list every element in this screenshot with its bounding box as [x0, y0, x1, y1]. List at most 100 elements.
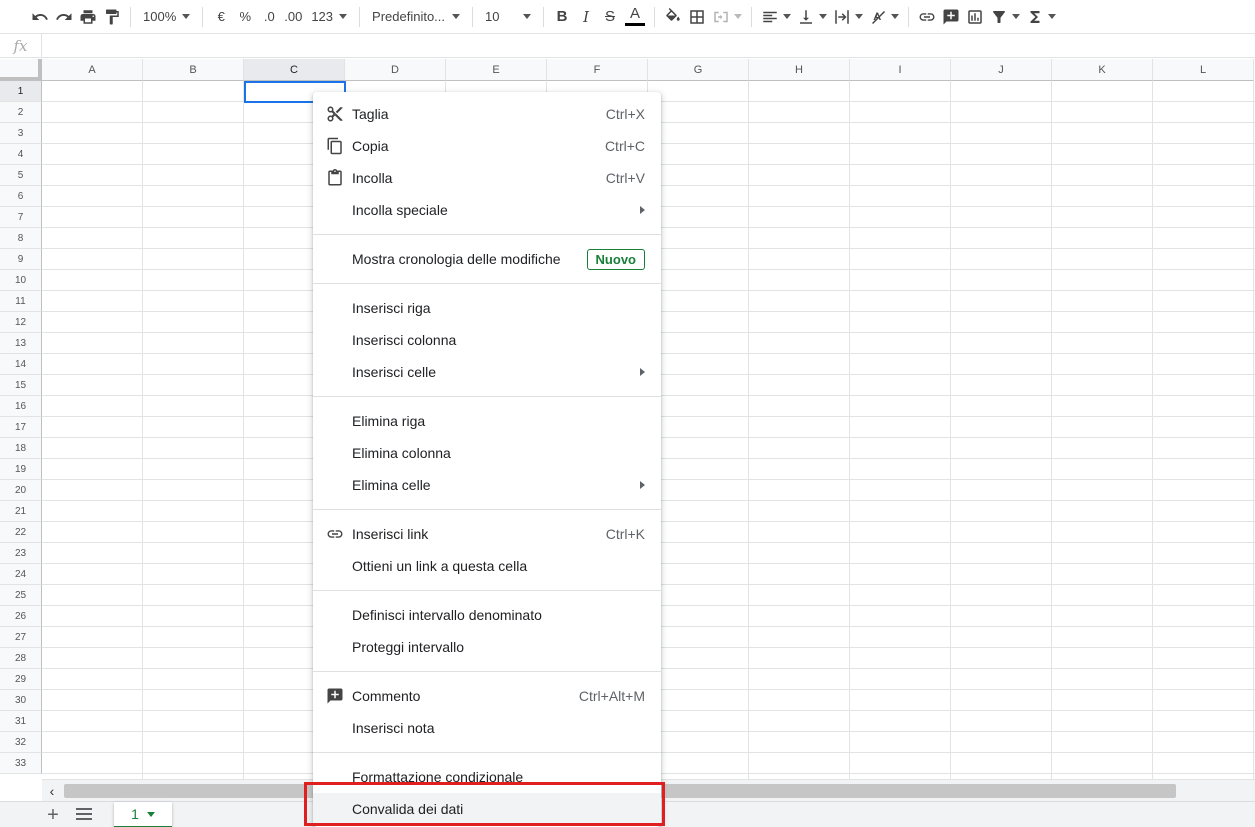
row-header-30[interactable]: 30 — [0, 690, 42, 711]
row-header-11[interactable]: 11 — [0, 291, 42, 312]
row-header-32[interactable]: 32 — [0, 732, 42, 753]
text-rotation-button[interactable] — [866, 5, 902, 29]
row-header-9[interactable]: 9 — [0, 249, 42, 270]
more-formats-select[interactable]: 123 — [305, 5, 353, 29]
fill-color-button[interactable] — [661, 5, 685, 29]
column-header-a[interactable]: A — [42, 59, 143, 81]
sheet-tab[interactable]: 1 — [114, 802, 172, 827]
insert-comment-button[interactable] — [939, 5, 963, 29]
column-header-e[interactable]: E — [446, 59, 547, 81]
currency-format-button[interactable]: € — [209, 5, 233, 29]
menu-item-paste[interactable]: Incolla Ctrl+V — [313, 162, 661, 194]
menu-item-get-cell-link[interactable]: Ottieni un link a questa cella — [313, 550, 661, 582]
row-header-16[interactable]: 16 — [0, 396, 42, 417]
row-header-27[interactable]: 27 — [0, 627, 42, 648]
menu-item-protect-range[interactable]: Proteggi intervallo — [313, 631, 661, 663]
row-header-10[interactable]: 10 — [0, 270, 42, 291]
row-header-29[interactable]: 29 — [0, 669, 42, 690]
text-color-button[interactable]: A — [622, 5, 648, 29]
menu-item-named-range[interactable]: Definisci intervallo denominato — [313, 599, 661, 631]
row-header-13[interactable]: 13 — [0, 333, 42, 354]
menu-item-comment[interactable]: Commento Ctrl+Alt+M — [313, 680, 661, 712]
row-header-1[interactable]: 1 — [0, 81, 42, 102]
row-header-8[interactable]: 8 — [0, 228, 42, 249]
column-header-k[interactable]: K — [1052, 59, 1153, 81]
row-header-17[interactable]: 17 — [0, 417, 42, 438]
row-header-24[interactable]: 24 — [0, 564, 42, 585]
row-header-15[interactable]: 15 — [0, 375, 42, 396]
menu-item-insert-cells[interactable]: Inserisci celle — [313, 356, 661, 388]
filter-button[interactable] — [987, 5, 1023, 29]
annotation-highlight-box — [304, 782, 665, 826]
vertical-align-button[interactable] — [794, 5, 830, 29]
row-header-23[interactable]: 23 — [0, 543, 42, 564]
row-header-18[interactable]: 18 — [0, 438, 42, 459]
column-header-c[interactable]: C — [244, 59, 345, 81]
row-header-3[interactable]: 3 — [0, 123, 42, 144]
row-header-2[interactable]: 2 — [0, 102, 42, 123]
row-header-22[interactable]: 22 — [0, 522, 42, 543]
font-size-select[interactable]: 10 — [479, 5, 537, 29]
increase-decimals-button[interactable]: .00 — [281, 5, 305, 29]
menu-item-copy[interactable]: Copia Ctrl+C — [313, 130, 661, 162]
column-header-h[interactable]: H — [749, 59, 850, 81]
row-header-33[interactable]: 33 — [0, 753, 42, 774]
menu-item-insert-row[interactable]: Inserisci riga — [313, 292, 661, 324]
insert-link-button[interactable] — [915, 5, 939, 29]
menu-item-paste-special[interactable]: Incolla speciale — [313, 194, 661, 226]
decrease-decimals-button[interactable]: .0 — [257, 5, 281, 29]
functions-button[interactable] — [1023, 5, 1059, 29]
menu-item-insert-note[interactable]: Inserisci nota — [313, 712, 661, 744]
scroll-left-arrow-icon[interactable]: ‹ — [42, 780, 62, 802]
menu-item-insert-column[interactable]: Inserisci colonna — [313, 324, 661, 356]
column-header-g[interactable]: G — [648, 59, 749, 81]
text-wrapping-button[interactable] — [830, 5, 866, 29]
menu-item-version-history[interactable]: Mostra cronologia delle modifiche Nuovo — [313, 243, 661, 275]
font-family-select[interactable]: Predefinito... — [366, 5, 466, 29]
column-header-l[interactable]: L — [1153, 59, 1254, 81]
row-header-19[interactable]: 19 — [0, 459, 42, 480]
row-header-28[interactable]: 28 — [0, 648, 42, 669]
bold-button[interactable]: B — [550, 5, 574, 29]
menu-item-delete-row[interactable]: Elimina riga — [313, 405, 661, 437]
chevron-down-icon — [523, 14, 532, 19]
row-header-5[interactable]: 5 — [0, 165, 42, 186]
horizontal-align-button[interactable] — [758, 5, 794, 29]
align-bottom-icon — [800, 9, 813, 24]
row-header-7[interactable]: 7 — [0, 207, 42, 228]
row-header-25[interactable]: 25 — [0, 585, 42, 606]
add-sheet-icon[interactable]: + — [44, 805, 62, 825]
undo-button[interactable] — [28, 5, 52, 29]
print-button[interactable] — [76, 5, 100, 29]
row-header-31[interactable]: 31 — [0, 711, 42, 732]
column-header-d[interactable]: D — [345, 59, 446, 81]
column-header-j[interactable]: J — [951, 59, 1052, 81]
row-header-12[interactable]: 12 — [0, 312, 42, 333]
column-header-i[interactable]: I — [850, 59, 951, 81]
borders-button[interactable] — [685, 5, 709, 29]
menu-item-cut[interactable]: Taglia Ctrl+X — [313, 98, 661, 130]
row-header-4[interactable]: 4 — [0, 144, 42, 165]
paint-format-button[interactable] — [100, 5, 124, 29]
row-header-20[interactable]: 20 — [0, 480, 42, 501]
row-header-21[interactable]: 21 — [0, 501, 42, 522]
redo-button[interactable] — [52, 5, 76, 29]
column-header-f[interactable]: F — [547, 59, 648, 81]
insert-chart-button[interactable] — [963, 5, 987, 29]
menu-item-delete-column[interactable]: Elimina colonna — [313, 437, 661, 469]
all-sheets-menu-icon[interactable] — [76, 808, 92, 822]
add-comment-icon — [326, 687, 344, 705]
column-header-b[interactable]: B — [143, 59, 244, 81]
percent-format-button[interactable]: % — [233, 5, 257, 29]
italic-button[interactable]: I — [574, 5, 598, 29]
row-header-6[interactable]: 6 — [0, 186, 42, 207]
menu-item-delete-cells[interactable]: Elimina celle — [313, 469, 661, 501]
merge-cells-button[interactable] — [709, 5, 745, 29]
formula-input[interactable] — [42, 34, 1255, 58]
select-all-corner[interactable] — [0, 59, 42, 81]
strikethrough-button[interactable]: S — [598, 5, 622, 29]
menu-item-insert-link[interactable]: Inserisci link Ctrl+K — [313, 518, 661, 550]
row-header-26[interactable]: 26 — [0, 606, 42, 627]
row-header-14[interactable]: 14 — [0, 354, 42, 375]
zoom-select[interactable]: 100% — [137, 5, 196, 29]
